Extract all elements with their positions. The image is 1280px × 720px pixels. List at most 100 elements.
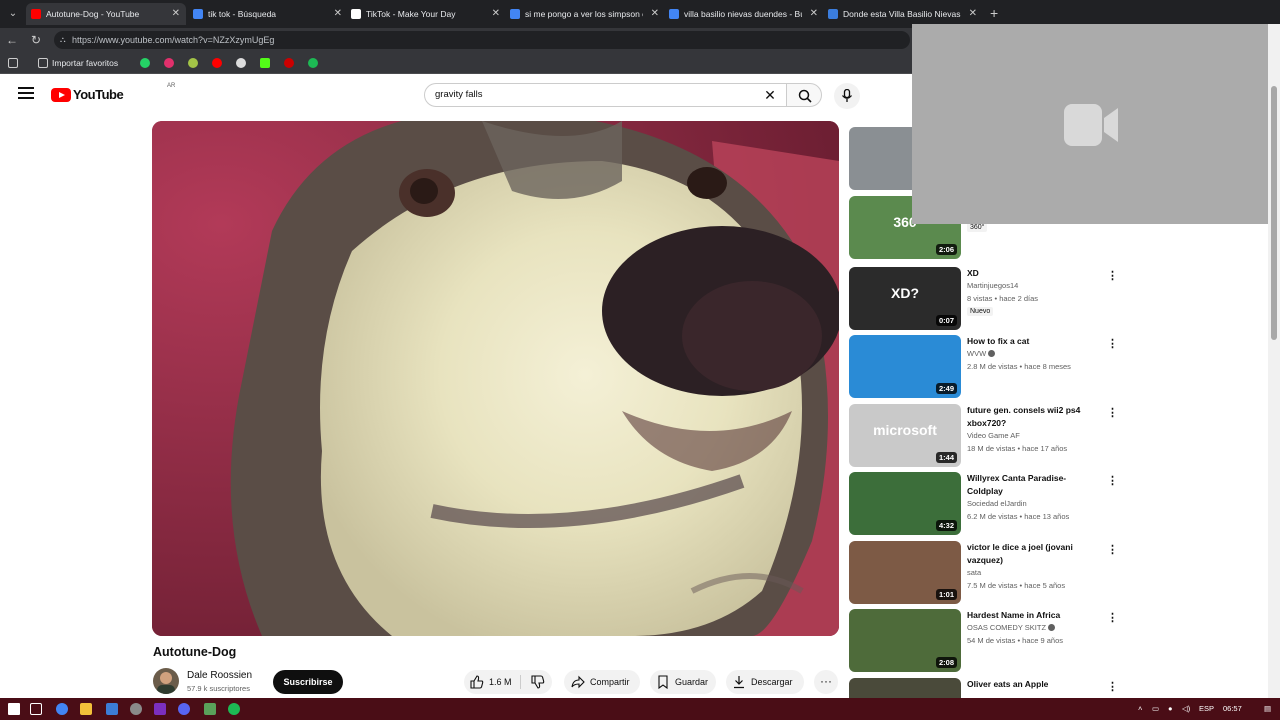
chrome-taskbar-icon[interactable] (56, 703, 68, 715)
recommendation-title[interactable]: Hardest Name in Africa (967, 609, 1097, 622)
network-icon[interactable]: ▭ (1152, 698, 1159, 720)
recommendation-item[interactable]: 1:01 victor le dice a joel (jovani vazque… (849, 541, 1119, 605)
spotify-taskbar-icon[interactable] (228, 703, 240, 715)
recommendation-channel[interactable]: OSAS COMEDY SKITZ (967, 623, 1046, 632)
new-tab-button[interactable]: + (990, 5, 998, 21)
taskbar-app-icon[interactable] (106, 703, 118, 715)
tab-search-icon[interactable]: ⌄ (4, 5, 22, 23)
video-thumbnail[interactable]: 2:49 (849, 335, 961, 398)
share-button[interactable]: Compartir (564, 670, 640, 694)
recommendation-title[interactable]: victor le dice a joel (jovani vazquez) (967, 541, 1097, 567)
recommendation-channel[interactable]: Sociedad elJardin (967, 499, 1027, 508)
recommendation-title[interactable]: future gen. consels wii2 ps4 xbox720? (967, 404, 1097, 430)
apps-icon[interactable] (8, 58, 18, 68)
recommendation-meta: 54 M de vistas • hace 9 años (967, 636, 1064, 645)
browser-tab[interactable]: villa basilio nievas duendes - Búsq ✕ (664, 3, 824, 25)
tab-close-icon[interactable]: ✕ (810, 3, 818, 25)
tab-close-icon[interactable]: ✕ (969, 3, 977, 25)
recommendation-item[interactable]: XD? 0:07 XD Martinjuegos14 8 vistas • hace 2… (849, 267, 1119, 331)
more-options-icon[interactable]: ⋮ (1107, 680, 1118, 693)
whatsapp-bookmark-icon[interactable] (140, 58, 150, 68)
spotify-bookmark-icon[interactable] (308, 58, 318, 68)
browser-tab[interactable]: si me pongo a ver los simpson en ✕ (505, 3, 665, 25)
download-button[interactable]: Descargar (726, 670, 804, 694)
picture-in-picture-window[interactable] (912, 24, 1268, 224)
subscribe-button[interactable]: Suscribirse (273, 670, 343, 694)
taskbar-app-icon[interactable] (154, 703, 166, 715)
recommendation-item[interactable]: microsoft 1:44 future gen. consels wii2 ps… (849, 404, 1119, 468)
site-info-icon[interactable]: ⛬ (60, 31, 66, 49)
voice-search-button[interactable] (834, 83, 860, 109)
recommendation-channel[interactable]: Martinjuegos14 (967, 281, 1018, 290)
taskbar-app-icon[interactable] (130, 703, 142, 715)
more-options-icon[interactable]: ⋮ (1107, 269, 1118, 282)
youtube-header: YouTube AR gravity falls ✕ (0, 75, 912, 115)
bookmark-icon[interactable] (188, 58, 198, 68)
menu-icon[interactable] (18, 87, 34, 101)
tray-chevron-icon[interactable]: ˄ (1138, 698, 1142, 720)
clear-search-icon[interactable]: ✕ (760, 83, 780, 107)
import-bookmarks-link[interactable]: Importar favoritos (38, 52, 118, 74)
clock[interactable]: 06:57 (1223, 698, 1242, 720)
instagram-bookmark-icon[interactable] (164, 58, 174, 68)
tab-favicon-icon (193, 9, 203, 19)
kick-bookmark-icon[interactable] (260, 58, 270, 68)
discord-taskbar-icon[interactable] (178, 703, 190, 715)
channel-avatar[interactable] (153, 668, 179, 694)
language-indicator[interactable]: ESP (1199, 698, 1214, 720)
scrollbar-thumb[interactable] (1271, 86, 1277, 340)
video-thumbnail[interactable]: 1:01 (849, 541, 961, 604)
taskbar-app-icon[interactable] (204, 703, 216, 715)
more-options-icon[interactable]: ⋮ (1107, 337, 1118, 350)
recommendation-channel[interactable]: Video Game AF (967, 431, 1020, 440)
browser-tab[interactable]: Donde esta Villa Basilio Nievas Zo ✕ (823, 3, 983, 25)
notifications-icon[interactable]: ▤ (1264, 698, 1271, 720)
video-thumbnail[interactable]: 2:08 (849, 609, 961, 672)
bookmark-icon[interactable] (284, 58, 294, 68)
recommendation-title[interactable]: XD (967, 267, 1097, 280)
browser-tab[interactable]: Autotune-Dog - YouTube ✕ (26, 3, 186, 25)
file-explorer-icon[interactable] (80, 703, 92, 715)
video-title: Autotune-Dog (153, 645, 237, 659)
save-button[interactable]: Guardar (650, 670, 716, 694)
more-options-icon[interactable]: ⋮ (1107, 474, 1118, 487)
video-thumbnail[interactable]: XD? 0:07 (849, 267, 961, 330)
youtube-bookmark-icon[interactable] (212, 58, 222, 68)
recommendation-item[interactable]: 4:32 Willyrex Canta Paradise- Coldplay Soc… (849, 472, 1119, 536)
back-button[interactable]: ← (4, 32, 20, 48)
more-actions-button[interactable]: ··· (814, 670, 838, 694)
dislike-button[interactable] (521, 670, 552, 694)
volume-icon[interactable]: ◁) (1182, 698, 1190, 720)
tab-close-icon[interactable]: ✕ (492, 3, 500, 25)
chatgpt-bookmark-icon[interactable] (236, 58, 246, 68)
recommendation-meta: 8 vistas • hace 2 días (967, 294, 1038, 303)
recommendation-item[interactable]: 2:08 Hardest Name in Africa OSAS COMEDY SK… (849, 609, 1119, 673)
tab-close-icon[interactable]: ✕ (334, 3, 342, 25)
reload-button[interactable]: ↻ (28, 32, 44, 48)
video-player[interactable] (152, 121, 839, 636)
tab-close-icon[interactable]: ✕ (172, 3, 180, 25)
task-view-icon[interactable] (30, 703, 42, 715)
browser-tab[interactable]: tik tok - Búsqueda ✕ (188, 3, 348, 25)
more-options-icon[interactable]: ⋮ (1107, 543, 1118, 556)
page-scrollbar[interactable] (1268, 24, 1280, 698)
recommendation-item[interactable]: 2:49 How to fix a cat WVW 2.8 M de vistas •… (849, 335, 1119, 399)
recommendation-title[interactable]: How to fix a cat (967, 335, 1097, 348)
search-button[interactable] (786, 83, 822, 107)
video-thumbnail[interactable]: 4:32 (849, 472, 961, 535)
recommendation-channel[interactable]: sata (967, 568, 981, 577)
like-button[interactable]: 1.6 M (464, 670, 520, 694)
address-bar[interactable]: ⛬ https://www.youtube.com/watch?v=NZzXzy… (54, 31, 910, 49)
more-options-icon[interactable]: ⋮ (1107, 406, 1118, 419)
windows-start-icon[interactable] (8, 703, 20, 715)
channel-name[interactable]: Dale Roossien (187, 670, 252, 681)
recommendation-title[interactable]: Oliver eats an Apple (967, 678, 1097, 691)
recommendation-title[interactable]: Willyrex Canta Paradise- Coldplay (967, 472, 1097, 498)
search-input[interactable]: gravity falls (424, 83, 786, 107)
microphone-tray-icon[interactable]: ● (1168, 698, 1173, 720)
more-options-icon[interactable]: ⋮ (1107, 611, 1118, 624)
browser-tab[interactable]: TikTok - Make Your Day ✕ (346, 3, 506, 25)
tab-close-icon[interactable]: ✕ (651, 3, 659, 25)
video-thumbnail[interactable]: microsoft 1:44 (849, 404, 961, 467)
recommendation-channel[interactable]: WVW (967, 349, 986, 358)
